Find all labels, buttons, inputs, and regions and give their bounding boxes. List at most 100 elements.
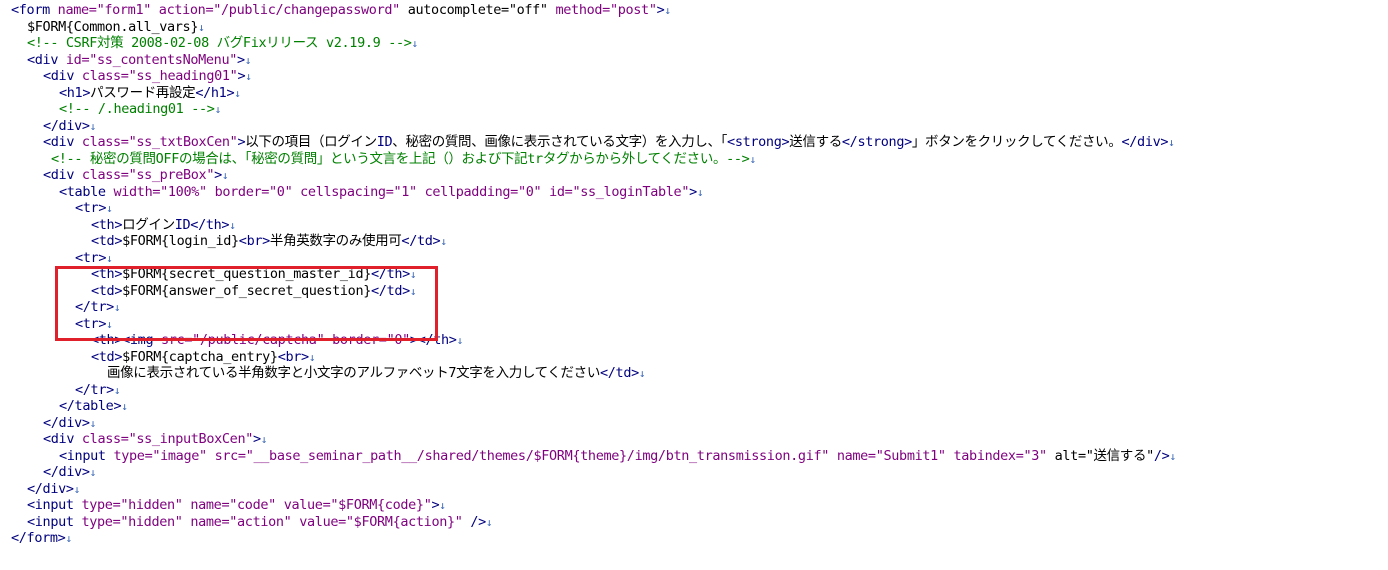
code-token: class=: [81, 431, 129, 447]
code-token: "ss_preBox": [128, 167, 215, 183]
code-token: "0": [269, 183, 301, 200]
code-line: <!-- /.heading01 -->↓: [59, 101, 221, 118]
code-token: </td>: [599, 365, 639, 381]
code-token: <br>: [277, 348, 309, 365]
code-token: name=: [190, 513, 230, 530]
code-token: 以下の項目（ログイン: [245, 134, 377, 150]
code-line: <input type="hidden" name="action" value…: [27, 513, 493, 531]
code-token: $FORM{captcha_entry}: [122, 348, 278, 365]
code-token: <th>: [91, 216, 123, 233]
code-token: type=: [81, 513, 121, 530]
line-end-icon: ↓: [214, 103, 222, 116]
code-token: value=: [299, 513, 346, 530]
code-editor[interactable]: <form name= "form1" action="/public/chang…: [0, 0, 1388, 570]
code-token: 」ボタンをクリックしてください。: [911, 134, 1122, 150]
code-token: <td>: [91, 348, 123, 365]
code-token: <input: [27, 497, 82, 513]
line-end-icon: ↓: [106, 202, 113, 215]
code-line: <h1>パスワード再設定</h1>↓: [59, 85, 241, 102]
code-token: <table: [59, 183, 114, 200]
line-end-icon: ↓: [1168, 136, 1175, 149]
code-token: 半角英数字のみ使用可: [269, 233, 402, 249]
code-token: "3": [1023, 447, 1055, 464]
code-token: name=: [190, 497, 230, 513]
code-token: "100%": [160, 183, 215, 200]
code-token: type=: [113, 447, 153, 464]
code-line: <div class="ss_preBox">↓: [43, 167, 229, 184]
code-token: action=: [158, 2, 214, 18]
code-token: </table>: [59, 398, 122, 414]
code-token: "$FORM{action}": [345, 513, 471, 530]
code-token: <div: [43, 134, 82, 150]
code-line: </table>↓: [59, 398, 128, 415]
code-token: name=: [836, 447, 876, 464]
code-token: "ss_contentsNoMenu": [89, 51, 238, 68]
code-token: class=: [81, 68, 129, 84]
code-line: </div>↓: [27, 481, 80, 498]
line-end-icon: ↓: [89, 466, 97, 479]
code-token: <tr>: [75, 200, 107, 216]
code-token: パスワード再設定: [90, 84, 196, 101]
line-end-icon: ↓: [234, 86, 241, 100]
code-line: </div>↓: [43, 415, 96, 432]
line-end-icon: ↓: [106, 251, 113, 265]
line-end-icon: ↓: [121, 400, 128, 413]
code-line: <th>ログインID</th>↓: [91, 216, 236, 234]
code-token: ログイン: [122, 216, 175, 233]
line-end-icon: ↓: [308, 350, 316, 364]
code-token: $FORM{Common.all_vars}: [27, 18, 199, 35]
code-token: </div>: [27, 480, 74, 497]
code-token: <tr>: [75, 249, 107, 266]
code-token: >: [214, 167, 222, 183]
code-line: <td>$FORM{captcha_entry}<br>↓: [91, 349, 315, 366]
code-token: "image": [152, 447, 215, 464]
code-line: </form>↓: [11, 530, 72, 547]
code-line: <table width="100%" border="0" cellspaci…: [59, 183, 704, 201]
line-end-icon: ↓: [229, 218, 236, 232]
code-token: "code": [229, 497, 284, 513]
code-line: <div id="ss_contentsNoMenu">↓: [27, 52, 251, 69]
code-token: cellspacing=: [300, 183, 394, 200]
code-token: "0": [517, 183, 550, 200]
code-token: "/public/changepassword": [213, 2, 408, 18]
code-line: <div class="ss_inputBoxCen">↓: [43, 431, 267, 448]
code-token: 送信する: [789, 134, 842, 150]
code-token: </h1>: [195, 84, 235, 101]
code-line: <div class="ss_txtBoxCen">以下の項目（ログインID、秘…: [43, 134, 1175, 151]
code-token: class=: [81, 167, 129, 183]
code-token: type=: [81, 497, 121, 513]
code-token: <input: [27, 513, 82, 530]
line-end-icon: ↓: [245, 70, 252, 83]
code-line: <form name="form1" action="/public/chang…: [11, 2, 671, 19]
code-token: </form>: [11, 530, 66, 546]
code-token: "form1": [96, 2, 159, 18]
code-token: <!-- /.heading01 -->: [59, 101, 215, 117]
line-end-icon: ↓: [89, 416, 97, 430]
code-token: 、秘密の質問、画像に表示されている文字）を入力し、「: [392, 134, 728, 150]
code-token: <!-- CSRF対策 2008-02-08 バグFixリリース v2.19.9…: [27, 35, 412, 51]
code-token: autocomplete="off": [407, 2, 556, 18]
code-token: method=: [555, 2, 610, 18]
code-line: <div class="ss_heading01">↓: [43, 68, 252, 85]
code-token: value=: [283, 497, 331, 513]
code-token: <form: [11, 2, 58, 18]
code-token: width=: [113, 183, 161, 200]
code-token: "ss_inputBoxCen": [128, 431, 254, 447]
line-end-icon: ↓: [749, 152, 756, 166]
line-end-icon: ↓: [244, 53, 252, 67]
code-line: </tr>↓: [75, 382, 121, 399]
highlight-box: [55, 266, 438, 341]
line-end-icon: ↓: [485, 515, 493, 529]
code-token: </div>: [1121, 134, 1169, 150]
line-end-icon: ↓: [260, 433, 268, 446]
code-token: <div: [27, 51, 66, 68]
code-token: <div: [43, 68, 82, 84]
line-end-icon: ↓: [113, 383, 121, 397]
code-token: "$FORM{code}": [330, 497, 432, 513]
code-token: </td>: [401, 233, 441, 249]
code-line: <td>$FORM{login_id}<br>半角英数字のみ使用可</td>↓: [91, 233, 447, 250]
code-token: src=: [214, 447, 246, 464]
code-token: 画像に表示されている半角数字と小文字のアルファベット7文字を入力してください: [107, 365, 600, 381]
code-token: id=: [65, 51, 90, 68]
code-token: <h1>: [59, 84, 91, 101]
